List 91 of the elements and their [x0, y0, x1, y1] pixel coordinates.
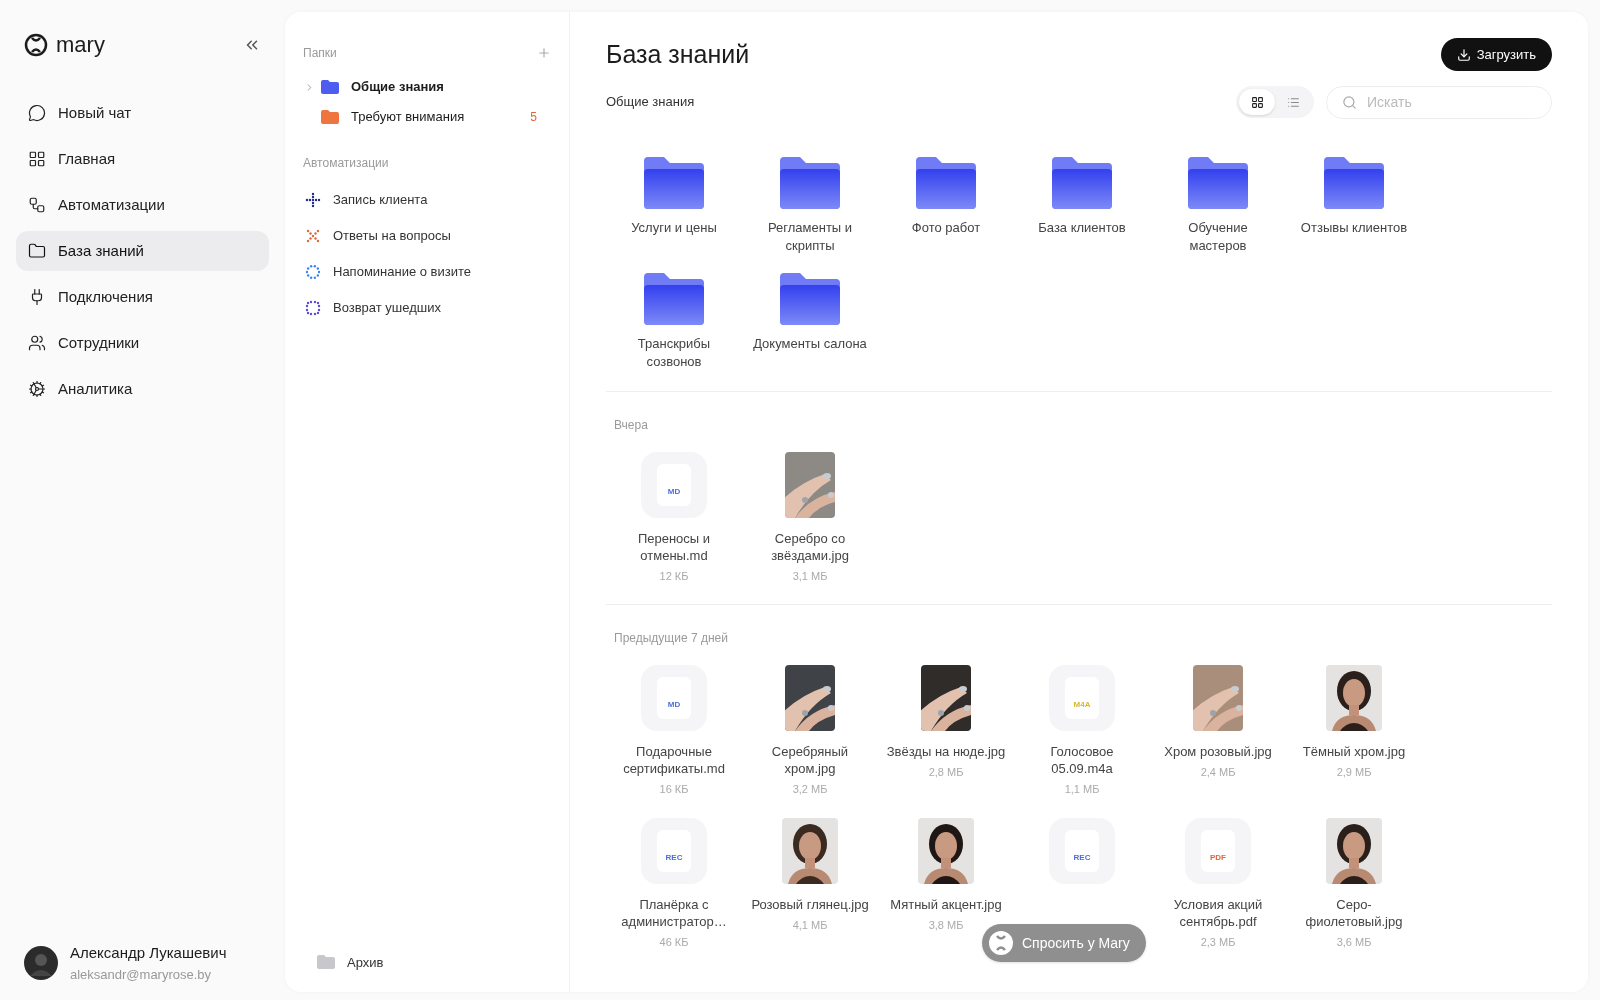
folder-tile[interactable]: Документы салона: [742, 270, 878, 371]
folder-icon: [28, 242, 46, 260]
folder-tile[interactable]: Регламенты и скрипты: [742, 154, 878, 255]
nav-item[interactable]: Сотрудники: [16, 323, 269, 363]
folder-icon: [1050, 154, 1114, 211]
file-type-label: PDF: [1210, 851, 1226, 864]
file-size: 2,9 МБ: [1336, 765, 1372, 780]
nav-item[interactable]: База знаний: [16, 231, 269, 271]
brand-name: mary: [56, 31, 105, 59]
file-type-label: MD: [667, 485, 681, 498]
folder-icon: [317, 955, 335, 970]
automation-item[interactable]: Запись клиента: [301, 188, 553, 212]
file-size: 2,4 МБ: [1200, 765, 1236, 780]
file-size: 1,1 МБ: [1064, 782, 1100, 797]
section-heading: Автоматизации: [302, 155, 390, 172]
folder-tile[interactable]: Отзывы клиентов: [1286, 154, 1422, 255]
file-name[interactable]: Тёмный хром.jpg: [1292, 743, 1416, 760]
file-size: 4,1 МБ: [792, 917, 828, 933]
file-size: 3,1 МБ: [792, 568, 828, 584]
file-name[interactable]: Планёрка с администратор…: [612, 895, 736, 930]
folder-icon: [642, 270, 706, 327]
file-name[interactable]: Условия акций сентябрь.pdf: [1156, 895, 1280, 930]
folder-icon: [1186, 154, 1250, 211]
file-size: 3,6 МБ: [1336, 934, 1372, 950]
file-name[interactable]: Серебряный хром.jpg: [748, 743, 872, 777]
folder-icon: [321, 110, 339, 124]
users-icon: [28, 334, 46, 352]
nav-item[interactable]: Новый чат: [16, 93, 269, 133]
folder-icon: [321, 80, 339, 94]
search-field[interactable]: Искать: [1326, 85, 1552, 119]
file-name[interactable]: Звёзды на нюде.jpg: [884, 743, 1008, 760]
folder-tile[interactable]: Обучение мастеров: [1150, 154, 1286, 255]
file-name[interactable]: Подарочные сертификаты.md: [612, 743, 736, 777]
folder-icon: [778, 270, 842, 327]
file-name[interactable]: Серо-фиолетовый.jpg: [1292, 895, 1416, 930]
file-name[interactable]: Хром розовый.jpg: [1156, 743, 1280, 760]
file-size: 3,8 МБ: [928, 917, 964, 933]
file-size: 46 КБ: [659, 934, 689, 950]
file-size: 2,8 МБ: [928, 765, 964, 780]
file-name[interactable]: Мятный акцент.jpg: [884, 895, 1008, 913]
page-title: База знаний: [606, 39, 750, 70]
file-name[interactable]: Голосовое 05.09.m4a: [1020, 743, 1144, 777]
nav-item[interactable]: Главная: [16, 139, 269, 179]
folder-tile[interactable]: База клиентов: [1014, 154, 1150, 255]
archive-item[interactable]: Архив: [301, 952, 553, 972]
gear-icon: [28, 380, 46, 398]
file-type-label: M4A: [1073, 699, 1091, 711]
folder-icon: [778, 154, 842, 211]
upload-button[interactable]: Загрузить: [1440, 38, 1552, 72]
file-name[interactable]: Переносы и отмены.md: [612, 529, 736, 564]
file-size: 3,2 МБ: [792, 782, 828, 797]
user-name: Александр Лукашевич: [70, 943, 227, 963]
folder-tile[interactable]: Услуги и цены: [606, 154, 742, 255]
grid-view-button[interactable]: [1239, 89, 1275, 115]
file-name[interactable]: Серебро со звёздами.jpg: [748, 529, 872, 564]
folder-item[interactable]: Требуют внимания 5: [301, 104, 553, 130]
search-icon: [1342, 94, 1357, 110]
folder-icon: [642, 154, 706, 211]
folder-icon: [1322, 154, 1386, 211]
user-email: aleksandr@maryrose.by: [70, 965, 213, 984]
section-heading: Предыдущие 7 дней: [613, 631, 728, 645]
count-label: 5: [530, 109, 537, 126]
section-heading: Папки: [303, 45, 337, 62]
logo-icon: [988, 930, 1014, 956]
folder-item[interactable]: Общие знания: [301, 74, 553, 100]
breadcrumb: Общие знания: [606, 93, 695, 112]
download-icon: [1456, 47, 1471, 62]
file-type-label: REC: [1073, 851, 1091, 864]
file-type-label: MD: [667, 699, 681, 711]
section-heading: Вчера: [613, 417, 648, 432]
folder-tile[interactable]: Транскрибы созвонов: [606, 270, 742, 371]
workflow-icon: [28, 196, 46, 214]
file-type-label: REC: [665, 851, 683, 864]
folder-tile[interactable]: Фото работ: [878, 154, 1014, 255]
nav-item[interactable]: Автоматизации: [16, 185, 269, 225]
file-size: 16 КБ: [659, 782, 689, 797]
nav-item[interactable]: Подключения: [16, 277, 269, 317]
avatar: [24, 946, 58, 980]
grid-icon: [28, 150, 46, 168]
list-icon: [1286, 95, 1300, 109]
automation-item[interactable]: Напоминание о визите: [301, 260, 553, 284]
automation-item[interactable]: Возврат ушедших: [301, 296, 553, 320]
folder-icon: [914, 154, 978, 211]
grid-icon: [1250, 95, 1264, 109]
automation-item[interactable]: Ответы на вопросы: [301, 224, 553, 248]
nav-item[interactable]: Аналитика: [16, 369, 269, 409]
file-size: 2,3 МБ: [1200, 934, 1236, 950]
logo-icon: [24, 32, 48, 57]
file-size: 12 КБ: [659, 568, 689, 584]
chat-bubble-icon: [28, 104, 46, 122]
file-name[interactable]: Розовый глянец.jpg: [748, 895, 872, 913]
